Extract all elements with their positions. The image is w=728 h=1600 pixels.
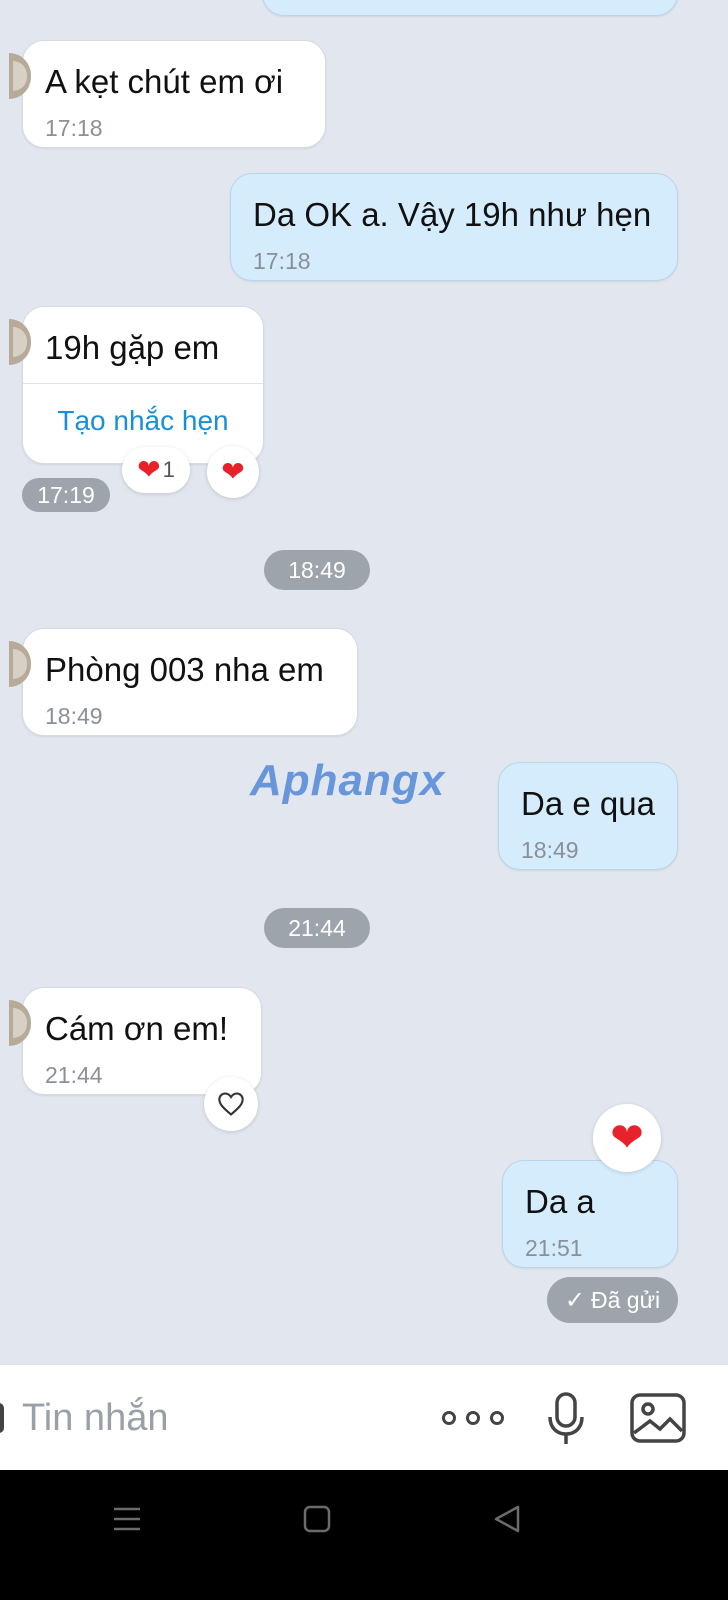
message-time: 18:49 <box>521 837 579 863</box>
message-time: 21:51 <box>525 1235 583 1261</box>
react-button[interactable] <box>204 1077 258 1131</box>
back-icon[interactable] <box>492 1504 522 1534</box>
message-time: 21:44 <box>45 1062 103 1088</box>
more-dots-icon[interactable] <box>442 1407 504 1429</box>
message-time: 17:18 <box>253 248 311 274</box>
message-text: Da OK a. Vậy 19h như hẹn <box>253 196 652 233</box>
heart-outline-icon <box>218 1092 244 1116</box>
sent-status-label: Đã gửi <box>591 1287 661 1313</box>
outgoing-message[interactable]: Da a 21:51 <box>502 1160 678 1268</box>
message-text: Da a <box>525 1183 595 1220</box>
message-text: Da e qua <box>521 785 655 822</box>
composer-edge <box>0 1403 4 1433</box>
incoming-message[interactable]: 19h gặp em Tạo nhắc hẹn <box>9 306 264 464</box>
heart-icon: ❤ <box>610 1116 644 1160</box>
message-text: 19h gặp em <box>45 329 220 366</box>
message-time: 17:18 <box>45 115 103 141</box>
message-text: A kẹt chút em ơi <box>45 63 284 100</box>
navigation-bar <box>0 1470 728 1600</box>
avatar[interactable] <box>9 319 31 365</box>
react-button[interactable]: ❤ <box>207 446 259 498</box>
date-separator: 21:44 <box>264 908 370 948</box>
reaction-count: 1 <box>162 457 175 482</box>
incoming-message[interactable]: Phòng 003 nha em 18:49 <box>9 628 358 736</box>
heart-icon: ❤ <box>221 456 245 487</box>
message-time: 18:49 <box>45 703 103 729</box>
outgoing-message[interactable]: Da e qua 18:49 <box>498 762 678 870</box>
avatar[interactable] <box>9 53 31 99</box>
reaction-badge[interactable]: ❤ 1 <box>122 447 190 493</box>
check-icon: ✓ <box>564 1287 585 1314</box>
composer-bar: Tin nhắn <box>0 1364 728 1471</box>
home-icon[interactable] <box>302 1504 332 1534</box>
message-input[interactable]: Tin nhắn <box>22 1397 168 1440</box>
sent-status: ✓ Đã gửi <box>547 1277 678 1323</box>
date-separator: 18:49 <box>264 550 370 590</box>
image-icon[interactable] <box>630 1393 686 1443</box>
incoming-message[interactable]: A kẹt chút em ơi 17:18 <box>9 40 326 148</box>
message-time-pill: 17:19 <box>22 478 110 512</box>
partial-outgoing-bubble[interactable] <box>262 0 678 16</box>
divider <box>23 383 263 384</box>
reaction-badge[interactable]: ❤ <box>593 1104 661 1172</box>
create-reminder-link[interactable]: Tạo nhắc hẹn <box>23 405 263 437</box>
message-text: Phòng 003 nha em <box>45 651 324 688</box>
outgoing-message[interactable]: Da OK a. Vậy 19h như hẹn 17:18 <box>230 173 678 281</box>
menu-icon[interactable] <box>112 1504 142 1534</box>
watermark: Aphangx <box>250 756 446 805</box>
avatar[interactable] <box>9 641 31 687</box>
message-text: Cám ơn em! <box>45 1010 229 1047</box>
microphone-icon[interactable] <box>546 1391 586 1447</box>
avatar[interactable] <box>9 1000 31 1046</box>
heart-icon: ❤ <box>137 454 161 485</box>
